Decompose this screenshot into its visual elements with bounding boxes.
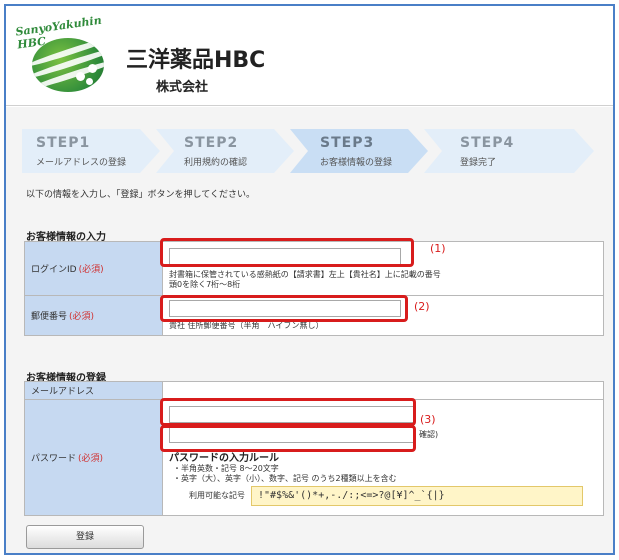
company-type: 株式会社 [156,80,209,95]
email-label-text: メールアドレス [31,387,95,397]
password-label-text: パスワード [31,454,77,464]
company-name: 三洋薬品HBC [126,48,266,73]
logo-globe-icon [32,38,104,92]
step-subtitle: お客様情報の登録 [320,158,393,168]
password-confirm-suffix: 確認) [419,430,439,439]
required-mark: (必須) [69,312,95,322]
postal-code-label: 郵便番号 (必須) [24,295,163,336]
instruction-text: 以下の情報を入力し、「登録」ボタンを押してください。 [26,190,255,200]
highlight-box-password-confirm [160,425,416,452]
postal-code-hint: 貴社 住所郵便番号（半角 ハイフン無し） [169,321,324,330]
allowed-symbols-label: 利用可能な記号 [189,491,245,500]
annotation-label-2: (2) [414,300,430,313]
login-id-hint: 封書箱に保管されている感熱紙の【請求書】左上【貴社名】上に記載の番号 [169,269,441,279]
step-2: STEP2 利用規約の確認 [156,129,296,173]
allowed-symbols: !"#$%&'()*+,-./:;<=>?@[¥]^_`{|} [251,486,583,506]
email-row: メールアドレス [24,381,604,400]
step-4: STEP4 登録完了 [424,129,595,173]
postal-code-label-text: 郵便番号 [31,312,68,322]
highlight-box-password [160,398,416,426]
company-name-block: 三洋薬品HBC 株式会社 [126,42,265,95]
allowed-symbols-row: 利用可能な記号 !"#$%&'()*+,-./:;<=>?@[¥]^_`{|} [169,486,597,506]
login-id-label: ログインID (必須) [24,241,163,296]
required-mark: (必須) [78,454,104,464]
step-subtitle: 登録完了 [460,158,497,168]
step-title: STEP4 [460,135,515,151]
progress-steps: STEP1 メールアドレスの登録 STEP2 利用規約の確認 STEP3 お客様… [22,129,595,173]
page-frame: SanyoYakuhin HBC 三洋薬品HBC 株式会社 STEP1 メールア… [4,4,615,555]
step-title: STEP1 [36,135,91,151]
password-rule-length: ・半角英数・記号 8〜20文字 [173,464,279,473]
login-id-label-text: ログインID [31,265,77,275]
highlight-box-login-id [160,238,414,267]
email-value [162,381,604,400]
annotation-label-3: (3) [420,413,436,426]
step-1: STEP1 メールアドレスの登録 [22,129,162,173]
step-title: STEP2 [184,135,239,151]
step-title: STEP3 [320,135,375,151]
step-3: STEP3 お客様情報の登録 [290,129,430,173]
password-rule-types: ・英字（大）、英字（小）、数字、記号 のうち2種類以上を含む [173,474,397,483]
main-content: STEP1 メールアドレスの登録 STEP2 利用規約の確認 STEP3 お客様… [6,107,613,553]
login-id-hint-digits: 頭0を除く7桁〜8桁 [169,279,241,289]
required-mark: (必須) [78,265,104,275]
step-subtitle: 利用規約の確認 [184,158,248,168]
header: SanyoYakuhin HBC 三洋薬品HBC 株式会社 [6,6,613,106]
password-label: パスワード (必須) [24,399,163,516]
register-button[interactable]: 登録 [26,525,144,549]
annotation-label-1: (1) [430,242,446,255]
highlight-box-postal-code [160,295,408,322]
email-label: メールアドレス [24,381,163,400]
step-subtitle: メールアドレスの登録 [36,158,127,168]
company-logo: SanyoYakuhin HBC [15,14,126,98]
